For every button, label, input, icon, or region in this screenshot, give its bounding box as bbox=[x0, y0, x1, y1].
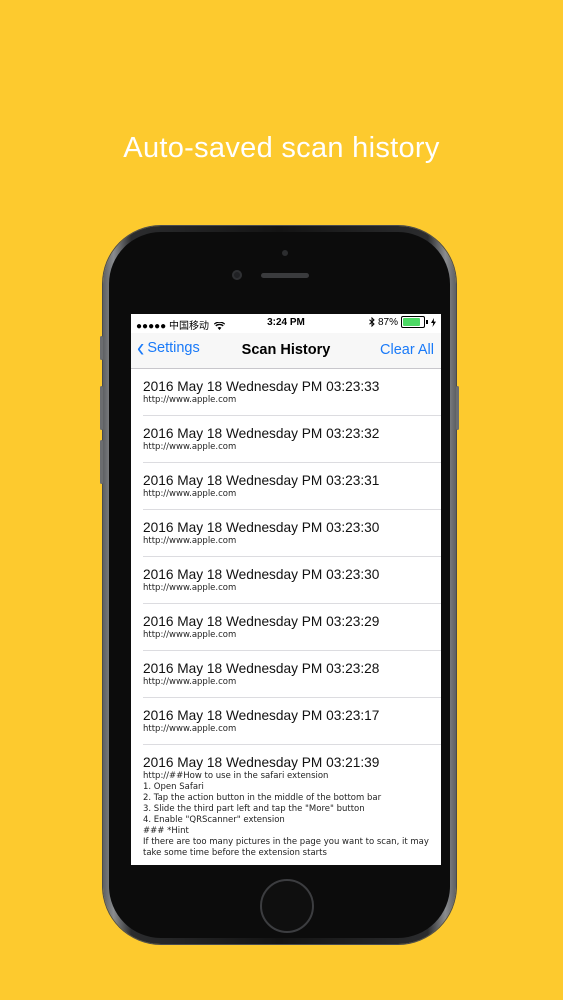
charging-bolt-icon bbox=[431, 317, 436, 327]
history-date: 2016 May 18 Wednesday PM 03:23:28 bbox=[143, 661, 380, 676]
history-content: http://www.apple.com bbox=[143, 677, 237, 687]
history-content: http://www.apple.com bbox=[143, 489, 237, 499]
home-button[interactable] bbox=[260, 879, 314, 933]
navigation-bar: ‹ Settings Scan History Clear All bbox=[131, 333, 441, 369]
history-date: 2016 May 18 Wednesday PM 03:23:31 bbox=[143, 473, 380, 488]
history-content: http://www.apple.com bbox=[143, 630, 237, 640]
battery-icon bbox=[401, 316, 425, 328]
history-list: 2016 May 18 Wednesday PM 03:23:33 http://… bbox=[131, 369, 441, 865]
history-content: http://www.apple.com bbox=[143, 442, 237, 452]
history-row[interactable]: 2016 May 18 Wednesday PM 03:23:29 http://… bbox=[131, 604, 441, 651]
status-bar: ●●●●● 中国移动 3:24 PM 87% bbox=[131, 314, 441, 333]
bluetooth-icon bbox=[369, 317, 375, 327]
power-button bbox=[456, 386, 459, 430]
chevron-left-icon: ‹ bbox=[137, 332, 145, 363]
earpiece-speaker bbox=[261, 273, 309, 278]
history-content: http://www.apple.com bbox=[143, 724, 237, 734]
phone-screen: ●●●●● 中国移动 3:24 PM 87% ‹ Settings Scan H… bbox=[131, 314, 441, 865]
proximity-sensor bbox=[282, 250, 288, 256]
history-date: 2016 May 18 Wednesday PM 03:23:17 bbox=[143, 708, 380, 723]
history-content: http://www.apple.com bbox=[143, 395, 237, 405]
history-date: 2016 May 18 Wednesday PM 03:23:29 bbox=[143, 614, 380, 629]
headline: Auto-saved scan history bbox=[123, 132, 440, 164]
history-date: 2016 May 18 Wednesday PM 03:23:32 bbox=[143, 426, 380, 441]
history-row[interactable]: 2016 May 18 Wednesday PM 03:23:32 http://… bbox=[131, 416, 441, 463]
volume-down-button bbox=[100, 440, 103, 484]
battery-cap bbox=[426, 320, 428, 324]
history-row[interactable]: 2016 May 18 Wednesday PM 03:23:30 http://… bbox=[131, 510, 441, 557]
history-row[interactable]: 2016 May 18 Wednesday PM 03:23:30 http://… bbox=[131, 557, 441, 604]
back-button[interactable]: ‹ Settings bbox=[137, 332, 200, 363]
history-content: http://www.apple.com bbox=[143, 536, 237, 546]
battery-percent: 87% bbox=[377, 316, 398, 328]
history-date: 2016 May 18 Wednesday PM 03:23:33 bbox=[143, 379, 380, 394]
history-row[interactable]: 2016 May 18 Wednesday PM 03:23:33 http://… bbox=[131, 369, 441, 416]
clear-all-button[interactable]: Clear All bbox=[380, 342, 434, 358]
back-button-label: Settings bbox=[147, 340, 200, 356]
volume-up-button bbox=[100, 386, 103, 430]
battery-level bbox=[403, 318, 421, 326]
history-content: http://##How to use in the safari extens… bbox=[143, 771, 429, 858]
history-date: 2016 May 18 Wednesday PM 03:23:30 bbox=[143, 520, 380, 535]
phone-frame: ●●●●● 中国移动 3:24 PM 87% ‹ Settings Scan H… bbox=[100, 226, 459, 944]
history-content: http://www.apple.com bbox=[143, 583, 237, 593]
history-date: 2016 May 18 Wednesday PM 03:21:39 bbox=[143, 755, 380, 770]
history-date: 2016 May 18 Wednesday PM 03:23:30 bbox=[143, 567, 380, 582]
front-camera-icon bbox=[232, 270, 242, 280]
history-row[interactable]: 2016 May 18 Wednesday PM 03:23:28 http://… bbox=[131, 651, 441, 698]
history-row[interactable]: 2016 May 18 Wednesday PM 03:21:39 http://… bbox=[131, 745, 441, 865]
history-row[interactable]: 2016 May 18 Wednesday PM 03:23:31 http://… bbox=[131, 463, 441, 510]
mute-switch bbox=[100, 336, 103, 360]
history-row[interactable]: 2016 May 18 Wednesday PM 03:23:17 http://… bbox=[131, 698, 441, 745]
status-right: 87% bbox=[369, 316, 436, 328]
phone-face: ●●●●● 中国移动 3:24 PM 87% ‹ Settings Scan H… bbox=[109, 232, 450, 938]
